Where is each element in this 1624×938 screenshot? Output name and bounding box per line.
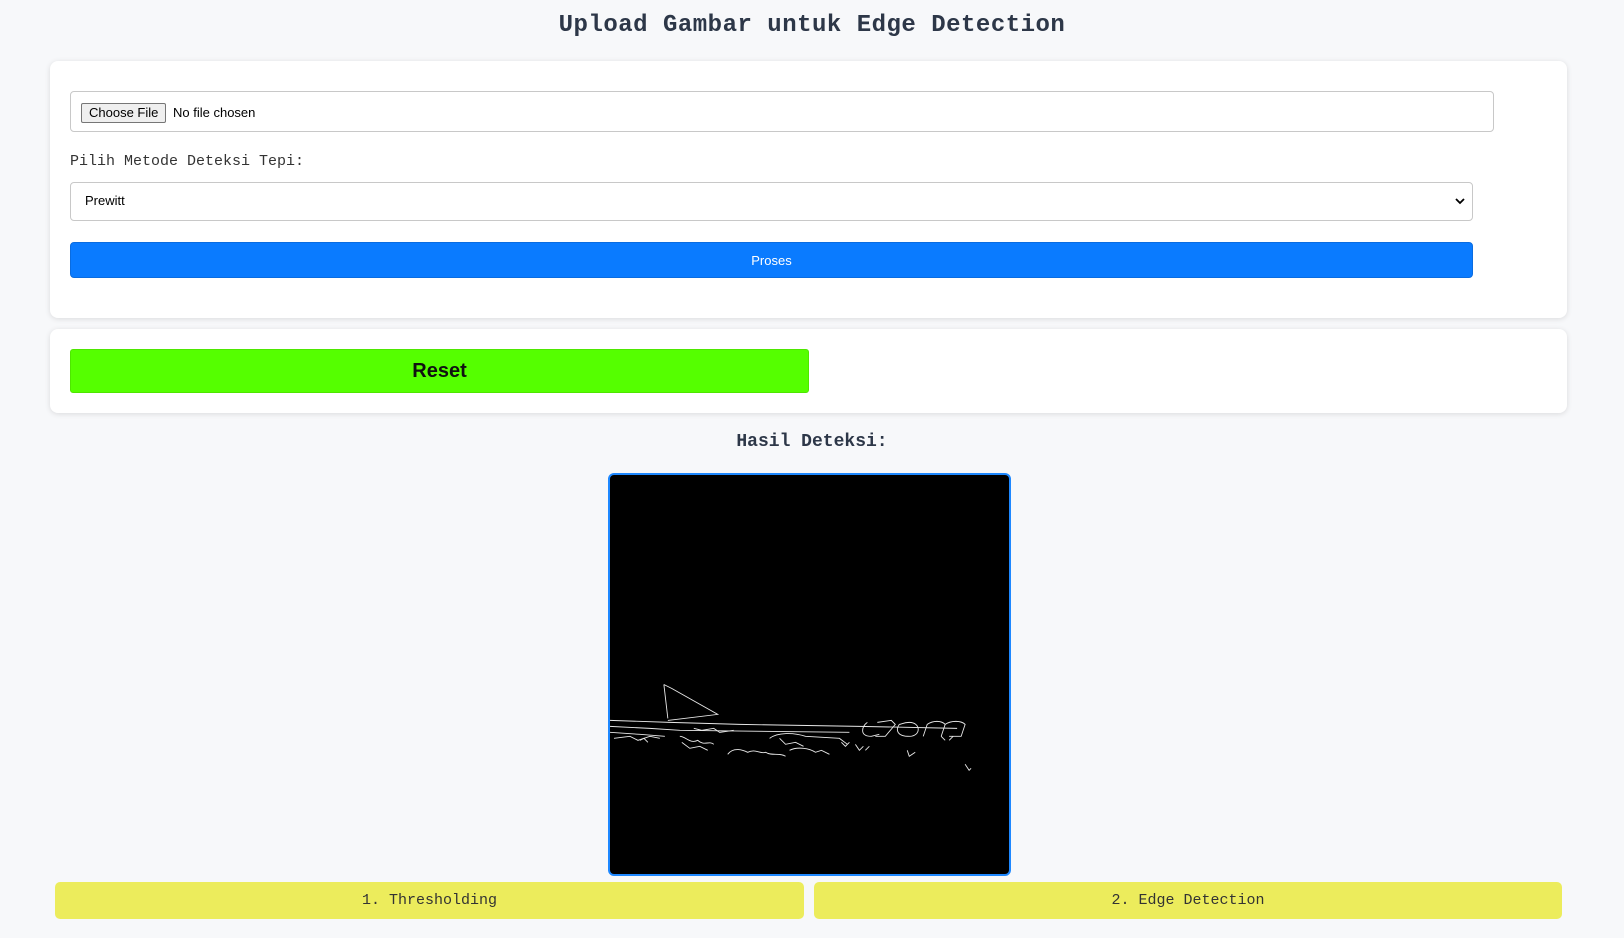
reset-card: Reset	[50, 329, 1567, 413]
result-heading: Hasil Deteksi:	[736, 432, 888, 452]
file-input[interactable]: Choose File No file chosen	[70, 91, 1494, 132]
method-label: Pilih Metode Deteksi Tepi:	[70, 153, 305, 170]
method-select[interactable]: Prewitt	[70, 182, 1473, 221]
step-thresholding-button[interactable]: 1. Thresholding	[55, 882, 804, 919]
method-selected-value: Prewitt	[85, 193, 125, 208]
file-status: No file chosen	[173, 105, 256, 120]
upload-card: Choose File No file chosen Pilih Metode …	[50, 61, 1567, 318]
step-edge-detection-button[interactable]: 2. Edge Detection	[814, 882, 1562, 919]
proses-button[interactable]: Proses	[70, 242, 1473, 278]
result-image	[608, 473, 1011, 876]
choose-file-button[interactable]: Choose File	[81, 103, 167, 123]
edge-detection-image	[610, 684, 972, 771]
reset-button[interactable]: Reset	[70, 349, 809, 393]
page-title: Upload Gambar untuk Edge Detection	[558, 12, 1066, 39]
chevron-down-icon	[1455, 198, 1465, 205]
